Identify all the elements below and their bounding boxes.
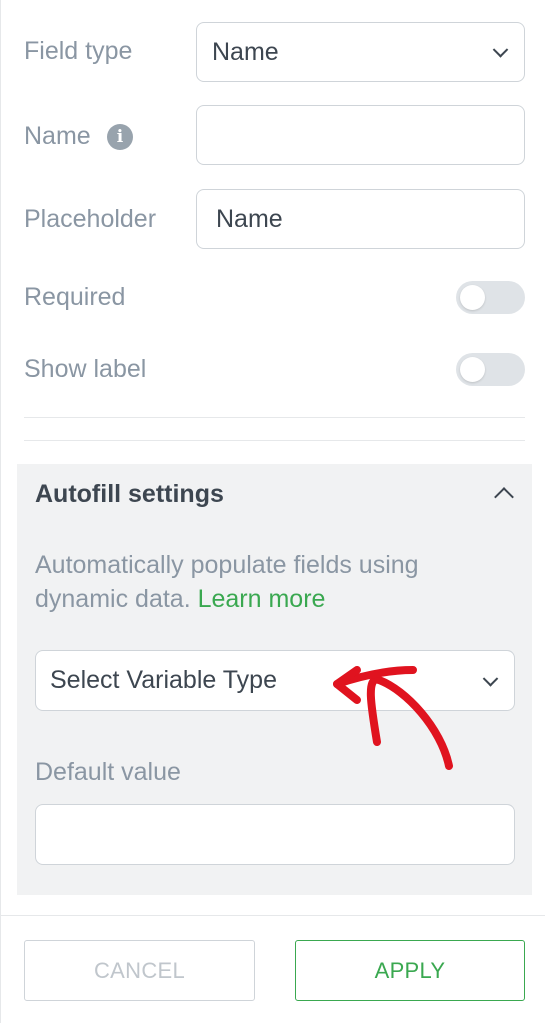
chevron-down-icon xyxy=(492,42,509,58)
autofill-title: Autofill settings xyxy=(35,480,224,508)
required-label: Required xyxy=(24,283,126,311)
divider xyxy=(24,440,525,441)
footer-divider xyxy=(1,915,545,916)
show-label-toggle[interactable] xyxy=(456,353,525,386)
placeholder-input[interactable]: Name xyxy=(196,189,525,249)
field-type-label: Field type xyxy=(24,37,133,65)
apply-button[interactable]: APPLY xyxy=(295,940,525,1001)
chevron-up-icon[interactable] xyxy=(494,487,514,507)
info-icon[interactable]: i xyxy=(107,124,133,150)
autofill-header[interactable]: Autofill settings xyxy=(17,464,532,528)
autofill-settings-section: Autofill settings Automatically populate… xyxy=(17,464,532,895)
chevron-down-icon xyxy=(482,670,499,687)
default-value-input[interactable] xyxy=(35,804,515,865)
name-label: Name xyxy=(24,122,91,150)
placeholder-label: Placeholder xyxy=(24,205,157,233)
learn-more-link[interactable]: Learn more xyxy=(198,585,326,613)
field-settings-panel: Field type Name Name i Placeholder Name … xyxy=(0,0,545,1023)
field-type-value: Name xyxy=(212,37,279,66)
required-toggle[interactable] xyxy=(456,281,525,314)
toggle-knob xyxy=(460,285,485,310)
name-input[interactable] xyxy=(196,105,525,165)
divider xyxy=(24,417,525,418)
show-label-label: Show label xyxy=(24,355,147,383)
variable-type-select-value: Select Variable Type xyxy=(50,666,277,694)
autofill-description: Automatically populate fields using dyna… xyxy=(35,548,515,616)
default-value-label: Default value xyxy=(35,758,181,786)
placeholder-input-value: Name xyxy=(216,204,283,233)
cancel-button[interactable]: CANCEL xyxy=(24,940,255,1001)
field-type-select[interactable]: Name xyxy=(196,22,525,82)
toggle-knob xyxy=(460,357,485,382)
variable-type-select[interactable]: Select Variable Type xyxy=(35,650,515,711)
